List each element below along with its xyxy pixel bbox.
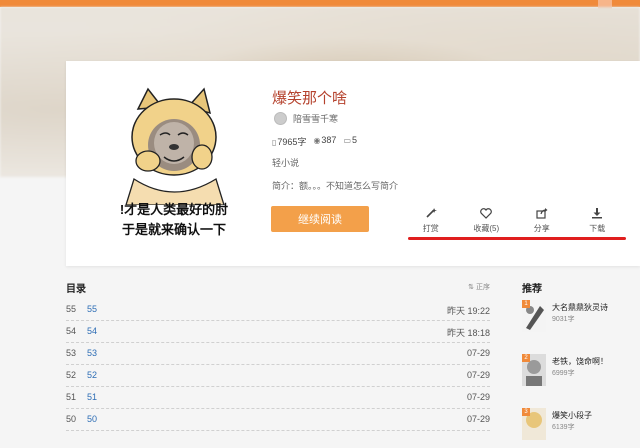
download-icon bbox=[591, 206, 603, 220]
chapter-link[interactable]: 53 bbox=[87, 348, 97, 358]
recommend-book-title[interactable]: 爆笑小段子 bbox=[552, 410, 592, 421]
recommend-word-count: 6139字 bbox=[552, 424, 575, 431]
recommend-cover[interactable]: 3 bbox=[522, 408, 546, 440]
table-of-contents: 目录 ⇅ 正序 55 55 昨天 19:22 54 54 昨天 18:18 53… bbox=[60, 272, 490, 431]
recommend-item[interactable]: 2 老铁，饶命啊！ 6999字 bbox=[522, 354, 640, 394]
recommend-cover[interactable]: 2 bbox=[522, 354, 546, 386]
chapter-row[interactable]: 55 55 昨天 19:22 bbox=[66, 300, 490, 321]
favorite-label: 收藏(5) bbox=[473, 224, 500, 233]
download-label: 下载 bbox=[589, 224, 606, 233]
comments-value: 5 bbox=[352, 135, 358, 145]
chapter-date: 07-29 bbox=[466, 348, 490, 358]
rank-badge: 2 bbox=[522, 354, 530, 362]
continue-reading-button[interactable]: 继续阅读 bbox=[271, 206, 369, 232]
chapter-row[interactable]: 53 53 07-29 bbox=[66, 344, 490, 365]
chapter-row[interactable]: 50 50 07-29 bbox=[66, 410, 490, 431]
views-value: 387 bbox=[321, 135, 337, 145]
author-name[interactable]: 陪雪雪千寒 bbox=[293, 112, 338, 125]
chapter-number: 51 bbox=[66, 392, 77, 402]
genre-label[interactable]: 轻小说 bbox=[272, 156, 299, 169]
chapter-number: 50 bbox=[66, 414, 77, 424]
chapter-date: 07-29 bbox=[466, 370, 490, 380]
share-icon bbox=[536, 206, 548, 220]
chapter-link[interactable]: 50 bbox=[87, 414, 97, 424]
recommend-book-title[interactable]: 大名鼎鼎狄灵诗 bbox=[552, 302, 608, 313]
chapter-row[interactable]: 51 51 07-29 bbox=[66, 388, 490, 409]
eye-icon: ◉ bbox=[313, 136, 321, 145]
document-icon: ▯ bbox=[272, 138, 277, 147]
chapter-link[interactable]: 51 bbox=[87, 392, 97, 402]
rank-badge: 3 bbox=[522, 408, 530, 416]
magic-wand-icon bbox=[425, 206, 437, 220]
rank-badge: 1 bbox=[522, 300, 530, 308]
sort-label: 正序 bbox=[476, 284, 490, 291]
word-count-value: 7965字 bbox=[277, 137, 307, 147]
chapter-link[interactable]: 55 bbox=[87, 304, 97, 314]
tip-label: 打赏 bbox=[422, 224, 439, 233]
recommend-title: 推荐 bbox=[522, 284, 542, 295]
book-info-card: !才是人类最好的肘 于是就来确认一下 爆笑那个啥 陪雪雪千寒 ▯7965字 ◉3… bbox=[66, 61, 640, 266]
heart-icon bbox=[480, 206, 493, 220]
recommend-word-count: 6999字 bbox=[552, 370, 575, 377]
favorite-button[interactable]: 收藏(5) bbox=[459, 206, 515, 236]
chapter-date: 07-29 bbox=[466, 414, 490, 424]
comments-stat: ▭5 bbox=[343, 135, 357, 148]
chapter-number: 54 bbox=[66, 326, 77, 336]
chapter-row[interactable]: 52 52 07-29 bbox=[66, 366, 490, 387]
recommend-panel: 推荐 1 大名鼎鼎狄灵诗 9031字 2 老铁，饶命啊！ 6999字 3 爆笑小… bbox=[516, 272, 640, 440]
doge-meme-illustration bbox=[125, 87, 225, 205]
chapter-number: 52 bbox=[66, 370, 77, 380]
chapter-date: 昨天 18:18 bbox=[446, 328, 490, 338]
recommend-item[interactable]: 3 爆笑小段子 6139字 bbox=[522, 408, 640, 448]
recommend-word-count: 9031字 bbox=[552, 316, 575, 323]
sort-toggle[interactable]: ⇅ 正序 bbox=[468, 282, 490, 292]
recommend-book-title[interactable]: 老铁，饶命啊！ bbox=[552, 356, 608, 367]
comment-icon: ▭ bbox=[343, 136, 352, 145]
top-nav-bar bbox=[0, 0, 640, 11]
views-stat: ◉387 bbox=[313, 135, 336, 148]
book-stats: ▯7965字 ◉387 ▭5 bbox=[272, 135, 357, 148]
book-cover-image[interactable]: !才是人类最好的肘 于是就来确认一下 bbox=[114, 87, 234, 243]
recommend-cover[interactable]: 1 bbox=[522, 300, 546, 332]
toc-title: 目录 bbox=[66, 284, 86, 295]
download-button[interactable]: 下载 bbox=[570, 206, 626, 236]
cover-caption-line-2: 于是就来确认一下 bbox=[121, 222, 226, 237]
chapter-date: 昨天 19:22 bbox=[446, 306, 490, 316]
sort-icon: ⇅ bbox=[468, 284, 475, 291]
book-intro: 简介：额。。。不知道怎么写简介 bbox=[272, 181, 399, 191]
book-title[interactable]: 爆笑那个啥 bbox=[272, 87, 347, 108]
chapter-number: 53 bbox=[66, 348, 77, 358]
chapter-link[interactable]: 54 bbox=[87, 326, 97, 336]
cover-caption-line-1: !才是人类最好的肘 bbox=[119, 202, 229, 217]
chapter-date: 07-29 bbox=[466, 392, 490, 402]
share-button[interactable]: 分享 bbox=[514, 206, 570, 236]
chapter-link[interactable]: 52 bbox=[87, 370, 97, 380]
word-count-stat: ▯7965字 bbox=[272, 135, 306, 148]
book-actions: 打赏 收藏(5) 分享 下载 bbox=[403, 206, 625, 236]
annotation-underline bbox=[408, 237, 626, 240]
author-row[interactable]: 陪雪雪千寒 bbox=[274, 112, 338, 125]
recommend-item[interactable]: 1 大名鼎鼎狄灵诗 9031字 bbox=[522, 300, 640, 340]
chapter-row[interactable]: 54 54 昨天 18:18 bbox=[66, 322, 490, 343]
author-avatar[interactable] bbox=[274, 112, 287, 125]
share-label: 分享 bbox=[533, 224, 550, 233]
chapter-number: 55 bbox=[66, 304, 77, 314]
tip-button[interactable]: 打赏 bbox=[403, 206, 459, 236]
